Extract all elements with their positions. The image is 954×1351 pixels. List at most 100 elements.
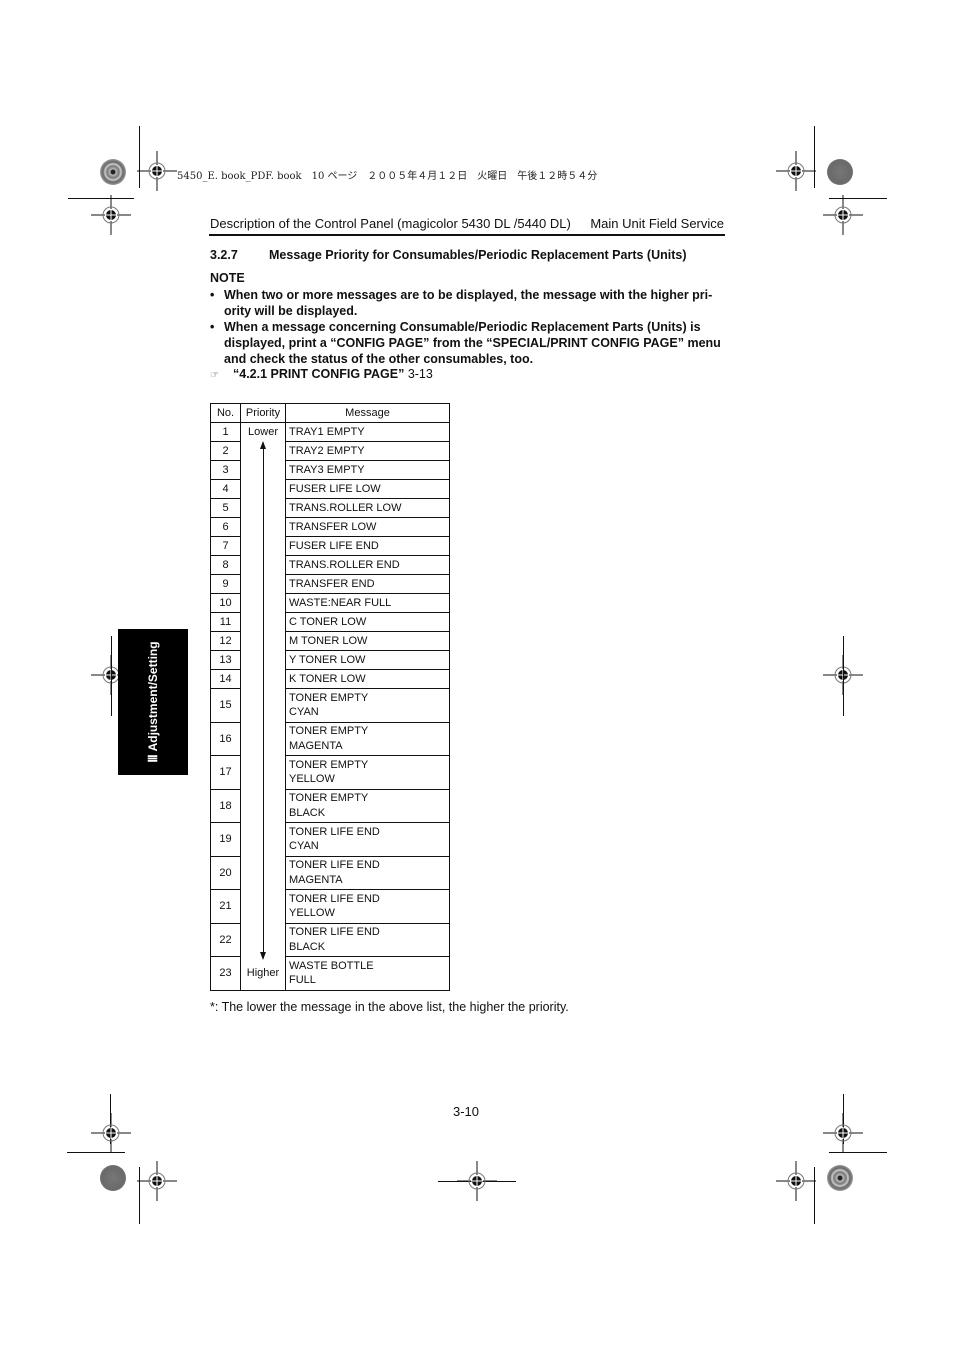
message-line: K TONER LOW <box>289 672 366 685</box>
message-cell: TONER LIFE END CYAN <box>285 822 450 857</box>
message-cell: TONER LIFE END BLACK <box>285 922 450 957</box>
message-cell: TRAY3 EMPTY <box>285 460 450 480</box>
running-head: Description of the Control Panel (magico… <box>210 216 724 231</box>
message-cell: TRAY2 EMPTY <box>285 441 450 461</box>
row-number: 14 <box>210 669 241 689</box>
message-cell: TONER EMPTY BLACK <box>285 788 450 823</box>
message-line: MAGENTA <box>289 873 343 886</box>
message-cell: TONER LIFE END MAGENTA <box>285 855 450 890</box>
registration-mark-icon <box>457 1161 497 1201</box>
section-number: 3.2.7 <box>210 248 238 262</box>
row-number: 17 <box>210 755 241 790</box>
message-line: TONER EMPTY <box>289 725 369 738</box>
print-job-header: 5450_E. book_PDF. book 10 ページ ２００５年４月１２日… <box>177 171 598 182</box>
registration-mark-icon <box>91 1113 131 1153</box>
chapter-side-tab-label: Ⅲ Adjustment/Setting <box>146 641 160 763</box>
bullet-icon: • <box>210 320 215 334</box>
crop-line <box>829 1152 887 1153</box>
message-cell: FUSER LIFE END <box>285 536 450 556</box>
message-cell: TRAY1 EMPTY <box>285 422 450 442</box>
running-head-title: Description of the Control Panel (magico… <box>210 216 571 231</box>
message-line: TRANS.ROLLER LOW <box>289 501 402 514</box>
row-number: 1 <box>210 422 241 442</box>
message-line: Y TONER LOW <box>289 653 366 666</box>
message-line: WASTE:NEAR FULL <box>289 596 392 609</box>
chapter-side-tab: Ⅲ Adjustment/Setting <box>118 629 188 775</box>
row-number: 8 <box>210 555 241 575</box>
registration-mark-icon <box>776 1161 816 1201</box>
crop-line <box>67 1152 125 1153</box>
row-number: 15 <box>210 688 241 723</box>
note-label: NOTE <box>210 271 245 285</box>
message-line: TONER EMPTY <box>289 758 369 771</box>
message-cell: M TONER LOW <box>285 631 450 651</box>
bullet-icon: • <box>210 288 215 302</box>
message-line: BLACK <box>289 806 326 819</box>
row-number: 12 <box>210 631 241 651</box>
message-line: WASTE BOTTLE <box>289 959 374 972</box>
message-cell: TRANSFER END <box>285 574 450 594</box>
row-number: 5 <box>210 498 241 518</box>
gray-target-icon <box>100 1165 126 1191</box>
message-cell: TRANS.ROLLER LOW <box>285 498 450 518</box>
pointing-hand-icon: ☞ <box>210 370 219 381</box>
registration-mark-icon <box>91 195 131 235</box>
message-line: TONER EMPTY <box>289 792 369 805</box>
page-number: 3-10 <box>453 1104 480 1119</box>
message-line: CYAN <box>289 840 319 853</box>
row-number: 2 <box>210 441 241 461</box>
cross-reference[interactable]: ☞ “4.2.1 PRINT CONFIG PAGE” 3-13 <box>210 367 433 381</box>
message-cell: WASTE BOTTLE FULL <box>285 956 450 991</box>
note-bullet-text: When two or more messages are to be disp… <box>224 288 713 318</box>
message-line: FUSER LIFE LOW <box>289 482 381 495</box>
row-number: 21 <box>210 889 241 924</box>
message-cell: TONER LIFE END YELLOW <box>285 889 450 924</box>
priority-higher-label: Higher <box>246 966 280 979</box>
column-header-priority: Priority <box>240 403 286 423</box>
footnote: *: The lower the message in the above li… <box>210 1000 569 1014</box>
registration-mark-icon <box>823 1113 863 1153</box>
row-number: 3 <box>210 460 241 480</box>
row-number: 16 <box>210 721 241 756</box>
message-cell: TONER EMPTY CYAN <box>285 688 450 723</box>
message-line: TONER LIFE END <box>289 859 380 872</box>
message-line: TRAY1 EMPTY <box>289 425 365 438</box>
star-target-icon <box>827 1165 853 1191</box>
message-line: BLACK <box>289 940 326 953</box>
column-header-message: Message <box>285 403 450 423</box>
row-number: 6 <box>210 517 241 537</box>
message-cell: TRANSFER LOW <box>285 517 450 537</box>
message-line: TRANS.ROLLER END <box>289 558 400 571</box>
row-number: 11 <box>210 612 241 632</box>
message-line: TONER LIFE END <box>289 825 380 838</box>
message-cell: TONER EMPTY YELLOW <box>285 755 450 790</box>
message-line: TONER LIFE END <box>289 926 380 939</box>
row-number: 19 <box>210 822 241 857</box>
running-head-section: Main Unit Field Service <box>590 216 724 231</box>
message-cell: WASTE:NEAR FULL <box>285 593 450 613</box>
table-row: 1 Lower Higher TRAY1 EMPTY <box>210 422 450 991</box>
message-cell: TRANS.ROLLER END <box>285 555 450 575</box>
registration-mark-icon <box>137 1161 177 1201</box>
reference-title[interactable]: “4.2.1 PRINT CONFIG PAGE” <box>233 367 404 381</box>
message-priority-table: No. Priority Message 1 Lower Higher TRAY1 E… <box>210 403 450 991</box>
message-line: FUSER LIFE END <box>289 539 379 552</box>
message-line: TONER LIFE END <box>289 892 380 905</box>
row-number: 7 <box>210 536 241 556</box>
message-line: YELLOW <box>289 907 335 920</box>
message-cell: TONER EMPTY MAGENTA <box>285 721 450 756</box>
message-line: TRAY2 EMPTY <box>289 444 365 457</box>
column-header-no: No. <box>210 403 241 423</box>
row-number: 22 <box>210 922 241 957</box>
section-title: Message Priority for Consumables/Periodi… <box>269 248 687 262</box>
message-cell: FUSER LIFE LOW <box>285 479 450 499</box>
message-line: TRANSFER LOW <box>289 520 377 533</box>
message-cell: K TONER LOW <box>285 669 450 689</box>
reference-page: 3-13 <box>407 367 433 381</box>
crop-line <box>843 636 844 716</box>
row-number: 4 <box>210 479 241 499</box>
message-cell: C TONER LOW <box>285 612 450 632</box>
message-line: YELLOW <box>289 773 335 786</box>
registration-mark-icon <box>776 151 816 191</box>
row-number: 20 <box>210 855 241 890</box>
